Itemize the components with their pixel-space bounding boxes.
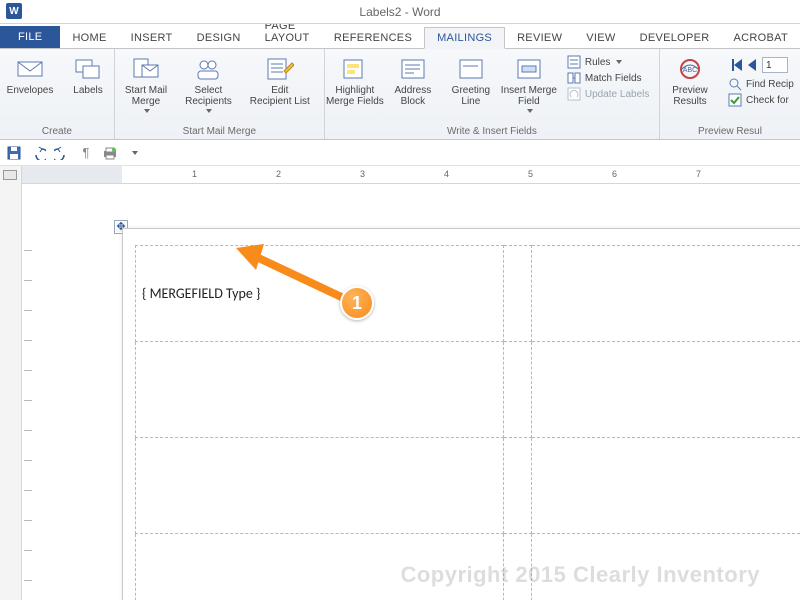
label-cell[interactable]: { MERGEFIELD Type }: [136, 246, 504, 342]
watermark-text: Copyright 2015 Clearly Inventory: [400, 562, 760, 588]
quick-access-toolbar: ¶: [0, 140, 800, 166]
highlight-icon: [341, 55, 369, 83]
ruler-tick: 5: [528, 169, 533, 179]
label-gutter-cell[interactable]: [504, 246, 532, 342]
save-button[interactable]: [6, 145, 22, 161]
ruler-tick: 2: [276, 169, 281, 179]
ruler-tick: 6: [612, 169, 617, 179]
table-row: { MERGEFIELD Type }: [136, 246, 800, 342]
group-label-preview: Preview Resul: [666, 124, 794, 137]
ruler-tick: 7: [696, 169, 701, 179]
group-start-mail-merge: Start Mail Merge Select Recipients Edit …: [115, 49, 325, 139]
start-mail-merge-button[interactable]: Start Mail Merge: [121, 53, 171, 115]
match-fields-button[interactable]: Match Fields: [567, 71, 650, 85]
greeting-icon: [457, 55, 485, 83]
mail-merge-icon: [132, 55, 160, 83]
find-recipient-button[interactable]: Find Recip: [728, 77, 794, 91]
ribbon-tabs: FILE HOME INSERT DESIGN PAGE LAYOUT REFE…: [0, 24, 800, 48]
check-icon: [728, 93, 742, 107]
ruler-tick: 3: [360, 169, 365, 179]
tab-view[interactable]: VIEW: [574, 28, 627, 48]
select-recipients-button[interactable]: Select Recipients: [181, 53, 236, 115]
write-side-stack: Rules Match Fields Update Labels: [563, 53, 654, 103]
record-number-input[interactable]: [762, 57, 788, 73]
vertical-ruler: [0, 166, 22, 600]
tab-acrobat[interactable]: ACROBAT: [722, 28, 800, 48]
label-gutter-cell[interactable]: [504, 342, 532, 438]
edit-recipient-list-button[interactable]: Edit Recipient List: [246, 53, 314, 109]
update-labels-button[interactable]: Update Labels: [567, 87, 650, 101]
ruler-tab-marker[interactable]: [3, 170, 17, 180]
preview-results-button[interactable]: ABC Preview Results: [666, 53, 714, 109]
tab-review[interactable]: REVIEW: [505, 28, 574, 48]
group-label-create: Create: [6, 124, 108, 137]
horizontal-ruler[interactable]: 1 2 3 4 5 6 7: [22, 166, 800, 184]
envelope-icon: [16, 55, 44, 83]
label-gutter-cell[interactable]: [504, 438, 532, 534]
document-page: { MERGEFIELD Type }: [122, 228, 800, 600]
redo-button[interactable]: [54, 145, 70, 161]
record-navigation: [728, 55, 794, 75]
match-fields-icon: [567, 71, 581, 85]
edit-list-icon: [266, 55, 294, 83]
recipients-icon: [194, 55, 222, 83]
greeting-line-button[interactable]: Greeting Line: [447, 53, 495, 109]
qat-more-button[interactable]: [126, 145, 142, 161]
label-cell[interactable]: [136, 342, 504, 438]
label-table[interactable]: { MERGEFIELD Type }: [135, 245, 800, 600]
insert-field-icon: [515, 55, 543, 83]
address-block-button[interactable]: Address Block: [389, 53, 437, 109]
merge-field-code[interactable]: { MERGEFIELD Type }: [136, 281, 503, 306]
group-label-write-insert: Write & Insert Fields: [331, 124, 653, 137]
quick-print-button[interactable]: [102, 145, 118, 161]
preview-side-stack: Find Recip Check for: [724, 53, 798, 109]
tab-insert[interactable]: INSERT: [119, 28, 185, 48]
undo-button[interactable]: [30, 145, 46, 161]
labels-button[interactable]: Labels: [64, 53, 112, 98]
group-write-insert-fields: Highlight Merge Fields Address Block Gre…: [325, 49, 660, 139]
document-area: 1 2 3 4 5 6 7 ✥ { MERGEFIELD Type }: [0, 166, 800, 600]
rules-icon: [567, 55, 581, 69]
word-app-icon: W: [6, 3, 22, 19]
tab-references[interactable]: REFERENCES: [322, 28, 424, 48]
svg-text:ABC: ABC: [683, 67, 697, 74]
page-canvas[interactable]: ✥ { MERGEFIELD Type }: [22, 184, 800, 600]
table-row: [136, 438, 800, 534]
tab-home[interactable]: HOME: [60, 28, 118, 48]
tab-design[interactable]: DESIGN: [185, 28, 253, 48]
tab-developer[interactable]: DEVELOPER: [628, 28, 722, 48]
highlight-merge-fields-button[interactable]: Highlight Merge Fields: [331, 53, 379, 109]
group-create: Envelopes Labels Create: [0, 49, 115, 139]
rules-button[interactable]: Rules: [567, 55, 650, 69]
label-cell[interactable]: [136, 438, 504, 534]
vertical-ruler-strip: [22, 210, 36, 600]
title-bar: W Labels2 - Word: [0, 0, 800, 24]
search-icon: [728, 77, 742, 91]
envelopes-button[interactable]: Envelopes: [6, 53, 54, 98]
tab-mailings[interactable]: MAILINGS: [424, 27, 505, 49]
window-title: Labels2 - Word: [359, 5, 440, 19]
label-cell[interactable]: [532, 438, 800, 534]
ribbon: Envelopes Labels Create Start Mail Merge: [0, 48, 800, 140]
label-cell[interactable]: [532, 342, 800, 438]
tab-file[interactable]: FILE: [0, 26, 60, 48]
label-cell[interactable]: [532, 246, 800, 342]
address-block-icon: [399, 55, 427, 83]
table-row: [136, 342, 800, 438]
group-label-start-mail-merge: Start Mail Merge: [121, 124, 318, 137]
insert-merge-field-button[interactable]: Insert Merge Field: [505, 53, 553, 115]
check-errors-button[interactable]: Check for: [728, 93, 794, 107]
ruler-tick: 1: [192, 169, 197, 179]
ruler-tick: 4: [444, 169, 449, 179]
first-record-button[interactable]: [732, 59, 742, 71]
group-preview-results: ABC Preview Results Find Recip Check for: [660, 49, 800, 139]
update-labels-icon: [567, 87, 581, 101]
preview-icon: ABC: [676, 55, 704, 83]
paragraph-marks-button[interactable]: ¶: [78, 145, 94, 161]
labels-icon: [74, 55, 102, 83]
prev-record-button[interactable]: [748, 59, 756, 71]
